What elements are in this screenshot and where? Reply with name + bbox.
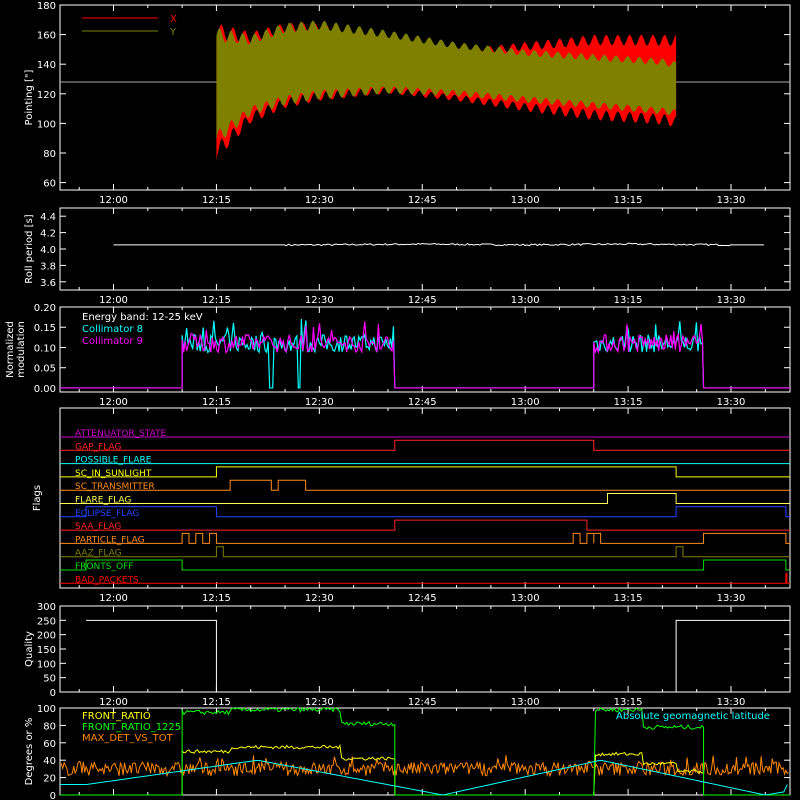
flag-label-gap-flag: GAP_FLAG <box>75 442 121 452</box>
panel-5-ytick-label: 100 <box>37 659 56 670</box>
panel-4-xtick-label: 13:15 <box>614 593 643 604</box>
panel-5-xtick-label: 13:15 <box>614 697 643 708</box>
panel-1-ytick-label: 140 <box>37 60 56 71</box>
flag-label-aaz-flag: AAZ_FLAG <box>75 549 122 559</box>
panel-6-ytick-label: 80 <box>43 721 56 732</box>
panel-3-ytick-label: 0.10 <box>34 343 56 354</box>
panel-6-ytick-label: 100 <box>37 704 56 715</box>
panel-3-xtick-label: 12:00 <box>99 397 128 408</box>
panel-1-xtick-label: 12:30 <box>305 195 334 206</box>
legend-label-front-ratio: FRONT_RATIO <box>82 711 151 722</box>
panel-2-ytick-label: 4.4 <box>40 212 56 223</box>
panel-4-xtick-label: 12:45 <box>408 593 437 604</box>
panel-4-xtick-label: 12:00 <box>99 593 128 604</box>
panel-2-xtick-label: 13:15 <box>614 295 643 306</box>
panel-3-ytick-label: 0.00 <box>34 384 56 395</box>
panel-1-ytick-label: 160 <box>37 31 56 42</box>
panel-4-xtick-label: 13:00 <box>511 593 540 604</box>
panel-5-ylabel: Quality <box>24 631 35 667</box>
panel-2-ytick-label: 4.0 <box>40 245 56 256</box>
legend-label-front-ratio-1225: FRONT_RATIO_1225 <box>82 722 181 733</box>
panel-2-ytick-label: 3.6 <box>40 278 56 289</box>
panel-3-xtick-label: 13:00 <box>511 397 540 408</box>
panel-4-xtick-label: 12:30 <box>305 593 334 604</box>
panel-1-xtick-label: 12:15 <box>202 195 231 206</box>
panel-3-xtick-label: 12:30 <box>305 397 334 408</box>
panel-5-xtick-label: 12:00 <box>99 697 128 708</box>
flag-label-fronts-off: FRONTS_OFF <box>75 562 133 572</box>
flag-label-sc-in-sunlight: SC_IN_SUNLIGHT <box>75 469 152 479</box>
panel-5-xtick-label: 13:30 <box>717 697 746 708</box>
panel-3-ytick-label: 0.20 <box>34 303 56 314</box>
panel-6-ytick-label: 0 <box>50 791 56 800</box>
panel-2-xtick-label: 12:45 <box>408 295 437 306</box>
legend-label-max-det-vs-tot: MAX_DET_VS_TOT <box>82 733 174 744</box>
panel-1-xtick-label: 12:45 <box>408 195 437 206</box>
panel-5-xtick-label: 12:30 <box>305 697 334 708</box>
legend-label-geomagnetic-latitude: Absolute geomagnetic latitude <box>616 711 770 722</box>
flag-label-eclipse-flag: ECLIPSE_FLAG <box>75 509 139 519</box>
panel-1-xtick-label: 13:15 <box>614 195 643 206</box>
panel-1-xtick-label: 13:00 <box>511 195 540 206</box>
panel-2-xtick-label: 12:30 <box>305 295 334 306</box>
panel-3-ylabel: Normalized <box>5 321 16 378</box>
panel-2-ytick-label: 4.2 <box>40 229 56 240</box>
flag-label-flare-flag: FLARE_FLAG <box>75 496 131 506</box>
legend-label-y: Y <box>169 27 177 38</box>
panel-2-ylabel: Roll period [s] <box>24 214 35 283</box>
panel-4-xtick-label: 12:15 <box>202 593 231 604</box>
panel-6-ylabel: Degrees or % <box>24 718 35 786</box>
panel-1-ytick-label: 60 <box>43 179 56 190</box>
flag-label-attenuator-state: ATTENUATOR_STATE <box>75 429 167 439</box>
energy-band-label: Energy band: 12-25 keV <box>82 312 203 323</box>
panel-1-ytick-label: 80 <box>43 149 56 160</box>
panel-2-xtick-label: 13:30 <box>717 295 746 306</box>
panel-5-ytick-label: 200 <box>37 631 56 642</box>
flag-label-saa-flag: SAA_FLAG <box>75 522 121 532</box>
panel-1-ylabel: Pointing ["] <box>24 69 35 125</box>
panel-2-xtick-label: 12:15 <box>202 295 231 306</box>
panel-6-ytick-label: 60 <box>43 739 56 750</box>
panel-2-xtick-label: 13:00 <box>511 295 540 306</box>
panel-3-xtick-label: 13:30 <box>717 397 746 408</box>
flag-label-possible-flare: POSSIBLE_FLARE <box>75 456 152 466</box>
flag-label-particle-flag: PARTICLE_FLAG <box>75 535 145 545</box>
panel-5-xtick-label: 12:15 <box>202 697 231 708</box>
panel-6-ytick-label: 40 <box>43 756 56 767</box>
panel-5-ytick-label: 250 <box>37 616 56 627</box>
panel-4-ylabel: Flags <box>32 485 43 511</box>
panel-3-ylabel: modulation <box>16 321 27 378</box>
panel-3-ytick-label: 0.15 <box>34 323 56 334</box>
panel-3-ytick-label: 0.05 <box>34 364 56 375</box>
panel-1-ytick-label: 120 <box>37 90 56 101</box>
legend-label-x: X <box>170 14 177 25</box>
panel-4-xtick-label: 13:30 <box>717 593 746 604</box>
panel-1-ytick-label: 180 <box>37 1 56 12</box>
panel-2-xtick-label: 12:00 <box>99 295 128 306</box>
panel-5-ytick-label: 50 <box>43 674 56 685</box>
panel-1-ytick-label: 100 <box>37 119 56 130</box>
panel-5-xtick-label: 13:00 <box>511 697 540 708</box>
panel-5-ytick-label: 0 <box>50 688 56 699</box>
panel-3-xtick-label: 13:15 <box>614 397 643 408</box>
panel-5-ytick-label: 150 <box>37 645 56 656</box>
panel-1-xtick-label: 12:00 <box>99 195 128 206</box>
panel-3-xtick-label: 12:15 <box>202 397 231 408</box>
panel-5-ytick-label: 300 <box>37 602 56 613</box>
panel-5-xtick-label: 12:45 <box>408 697 437 708</box>
flag-label-sc-transmitter: SC_TRANSMITTER <box>75 482 155 492</box>
figure-canvas: 12:00 12:15 12:30 12:45 13:00 13:15 13:30 60 80 1… <box>0 0 800 800</box>
panel-1-xtick-label: 13:30 <box>717 195 746 206</box>
panel-2-ytick-label: 3.8 <box>40 261 56 272</box>
panel-3-xtick-label: 12:45 <box>408 397 437 408</box>
flag-label-bad-packets: BAD_PACKETS <box>75 575 139 585</box>
legend-label-collimator-8: Collimator 8 <box>82 324 143 335</box>
panel-6-ytick-label: 20 <box>43 774 56 785</box>
legend-label-collimator-9: Collimator 9 <box>82 336 143 347</box>
